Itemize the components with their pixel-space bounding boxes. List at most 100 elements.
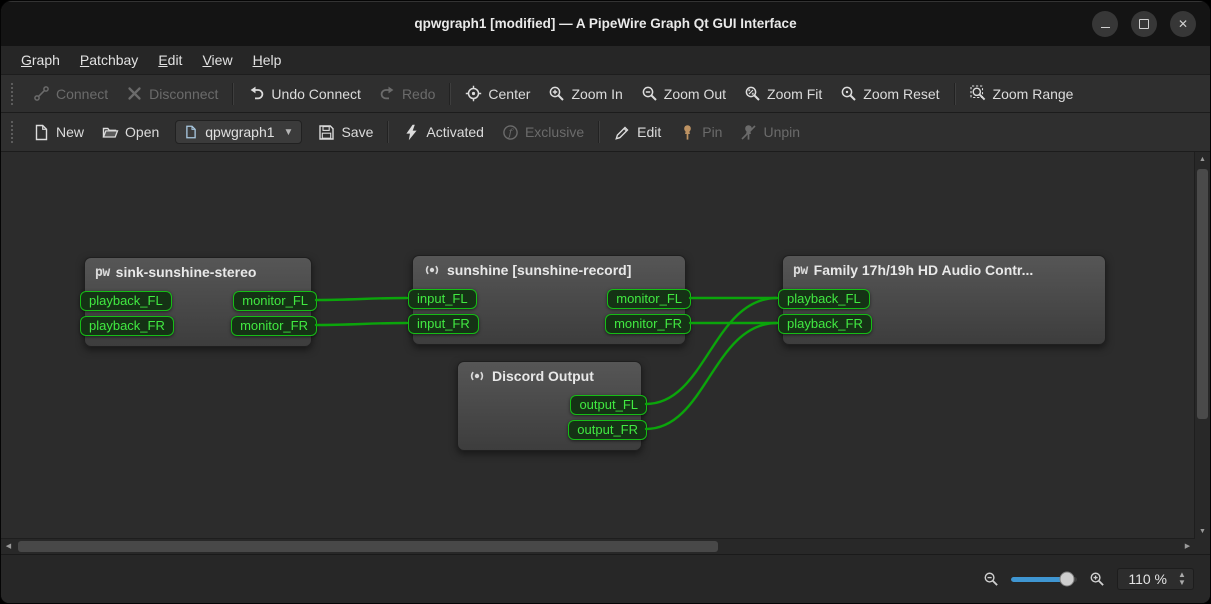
graph-toolbar: Connect Disconnect Undo Connect Redo	[1, 75, 1210, 113]
port-input[interactable]: playback_FR	[80, 316, 174, 336]
node-header: sunshine [sunshine-record]	[413, 256, 685, 284]
zoom-out-button[interactable]: Zoom Out	[632, 81, 735, 106]
exclusive-label: Exclusive	[525, 124, 584, 140]
zoom-spinbox[interactable]: 110 % ▲ ▼	[1117, 568, 1194, 590]
node-family-hd-audio[interactable]: pw Family 17h/19h HD Audio Contr... play…	[782, 255, 1106, 345]
save-button[interactable]: Save	[309, 120, 382, 145]
chevron-down-icon: ▼	[284, 127, 294, 138]
menu-graph[interactable]: Graph	[11, 46, 70, 74]
menu-view[interactable]: View	[192, 46, 242, 74]
media-record-icon	[423, 262, 441, 278]
port-output[interactable]: output_FR	[568, 420, 647, 440]
port-output[interactable]: monitor_FR	[231, 316, 317, 336]
edit-button[interactable]: Edit	[605, 120, 670, 145]
connect-button[interactable]: Connect	[24, 81, 117, 106]
title-bar[interactable]: qpwgraph1 [modified] — A PipeWire Graph …	[1, 1, 1210, 46]
graph-canvas[interactable]: pw sink-sunshine-stereo playback_FL moni…	[1, 152, 1210, 554]
menu-patchbay-label: Patchbay	[80, 52, 138, 68]
port-output[interactable]: monitor_FL	[233, 291, 317, 311]
zoom-out-label: Zoom Out	[664, 86, 726, 102]
unpin-button[interactable]: Unpin	[731, 120, 809, 145]
zoom-controls: 110 % ▲ ▼	[983, 568, 1194, 590]
connect-icon	[33, 85, 50, 102]
center-icon	[465, 85, 482, 102]
menu-edit[interactable]: Edit	[148, 46, 192, 74]
maximize-button[interactable]	[1131, 11, 1157, 37]
zoom-slider[interactable]	[1011, 572, 1077, 586]
redo-button[interactable]: Redo	[370, 81, 444, 106]
port-output[interactable]: monitor_FR	[605, 314, 691, 334]
disconnect-button[interactable]: Disconnect	[117, 81, 227, 106]
close-button[interactable]: ✕	[1170, 11, 1196, 37]
horizontal-scroll-handle[interactable]	[18, 541, 718, 552]
zoom-slider-thumb[interactable]	[1060, 572, 1075, 587]
connection[interactable]	[316, 298, 407, 300]
center-button[interactable]: Center	[456, 81, 539, 106]
node-title: sink-sunshine-stereo	[116, 264, 257, 280]
menu-bar: Graph Patchbay Edit View Help	[1, 46, 1210, 75]
window-title: qpwgraph1 [modified] — A PipeWire Graph …	[1, 16, 1210, 31]
horizontal-scrollbar[interactable]: ◀ ▶	[1, 538, 1195, 554]
window-controls: ✕	[1092, 11, 1210, 37]
connection[interactable]	[316, 323, 407, 325]
node-header: pw Family 17h/19h HD Audio Contr...	[783, 256, 1105, 284]
pipewire-icon: pw	[793, 263, 808, 278]
menu-patchbay[interactable]: Patchbay	[70, 46, 148, 74]
menu-graph-label: Graph	[21, 52, 60, 68]
activated-button[interactable]: Activated	[394, 120, 493, 145]
node-discord-output[interactable]: Discord Output output_FL output_FR	[457, 361, 642, 451]
open-button[interactable]: Open	[93, 120, 168, 145]
zoom-in-button[interactable]: Zoom In	[539, 81, 631, 106]
menu-help[interactable]: Help	[243, 46, 292, 74]
minimize-button[interactable]	[1092, 11, 1118, 37]
node-sunshine[interactable]: sunshine [sunshine-record] input_FL moni…	[412, 255, 686, 345]
scroll-down-arrow[interactable]: ▼	[1195, 524, 1210, 539]
zoom-range-label: Zoom Range	[993, 86, 1074, 102]
port-input[interactable]: playback_FL	[80, 291, 172, 311]
scroll-up-arrow[interactable]: ▲	[1195, 152, 1210, 167]
redo-icon	[379, 85, 396, 102]
graph-area[interactable]: pw sink-sunshine-stereo playback_FL moni…	[1, 152, 1195, 539]
port-input[interactable]: playback_FR	[778, 314, 872, 334]
zoom-out-icon[interactable]	[983, 571, 999, 587]
port-output[interactable]: output_FL	[570, 395, 647, 415]
pin-button[interactable]: Pin	[670, 120, 731, 145]
toolbar-separator	[954, 83, 956, 105]
scroll-left-arrow[interactable]: ◀	[1, 539, 16, 554]
toolbar-grip[interactable]	[11, 83, 16, 105]
combo-value: qpwgraph1	[205, 124, 274, 140]
undo-connect-label: Undo Connect	[271, 86, 361, 102]
node-title: sunshine [sunshine-record]	[447, 262, 631, 278]
vertical-scrollbar[interactable]: ▲ ▼	[1194, 152, 1210, 539]
zoom-fit-button[interactable]: Zoom Fit	[735, 81, 831, 106]
activated-label: Activated	[426, 124, 484, 140]
pin-label: Pin	[702, 124, 722, 140]
port-input[interactable]: playback_FL	[778, 289, 870, 309]
open-folder-icon	[102, 124, 119, 141]
new-file-icon	[33, 124, 50, 141]
toolbar-separator	[232, 83, 234, 105]
exclusive-button[interactable]: f Exclusive	[493, 120, 593, 145]
port-output[interactable]: monitor_FL	[607, 289, 691, 309]
scroll-right-arrow[interactable]: ▶	[1180, 539, 1195, 554]
zoom-range-button[interactable]: Zoom Range	[961, 81, 1083, 106]
node-sink-sunshine-stereo[interactable]: pw sink-sunshine-stereo playback_FL moni…	[84, 257, 312, 347]
undo-connect-button[interactable]: Undo Connect	[239, 81, 370, 106]
zoom-in-label: Zoom In	[571, 86, 622, 102]
port-input[interactable]: input_FR	[408, 314, 479, 334]
new-label: New	[56, 124, 84, 140]
spinbox-arrows: ▲ ▼	[1175, 571, 1189, 587]
new-button[interactable]: New	[24, 120, 93, 145]
connection-layer	[1, 152, 1195, 544]
vertical-scroll-handle[interactable]	[1197, 169, 1208, 419]
pin-icon	[679, 124, 696, 141]
port-input[interactable]: input_FL	[408, 289, 477, 309]
zoom-reset-button[interactable]: Zoom Reset	[831, 81, 948, 106]
file-toolbar: New Open qpwgraph1 ▼ Save	[1, 113, 1210, 152]
patchbay-file-combo[interactable]: qpwgraph1 ▼	[175, 120, 302, 144]
pipewire-icon: pw	[95, 265, 110, 280]
spin-down-arrow[interactable]: ▼	[1175, 579, 1189, 587]
connect-label: Connect	[56, 86, 108, 102]
zoom-in-icon[interactable]	[1089, 571, 1105, 587]
toolbar-grip[interactable]	[11, 121, 16, 143]
